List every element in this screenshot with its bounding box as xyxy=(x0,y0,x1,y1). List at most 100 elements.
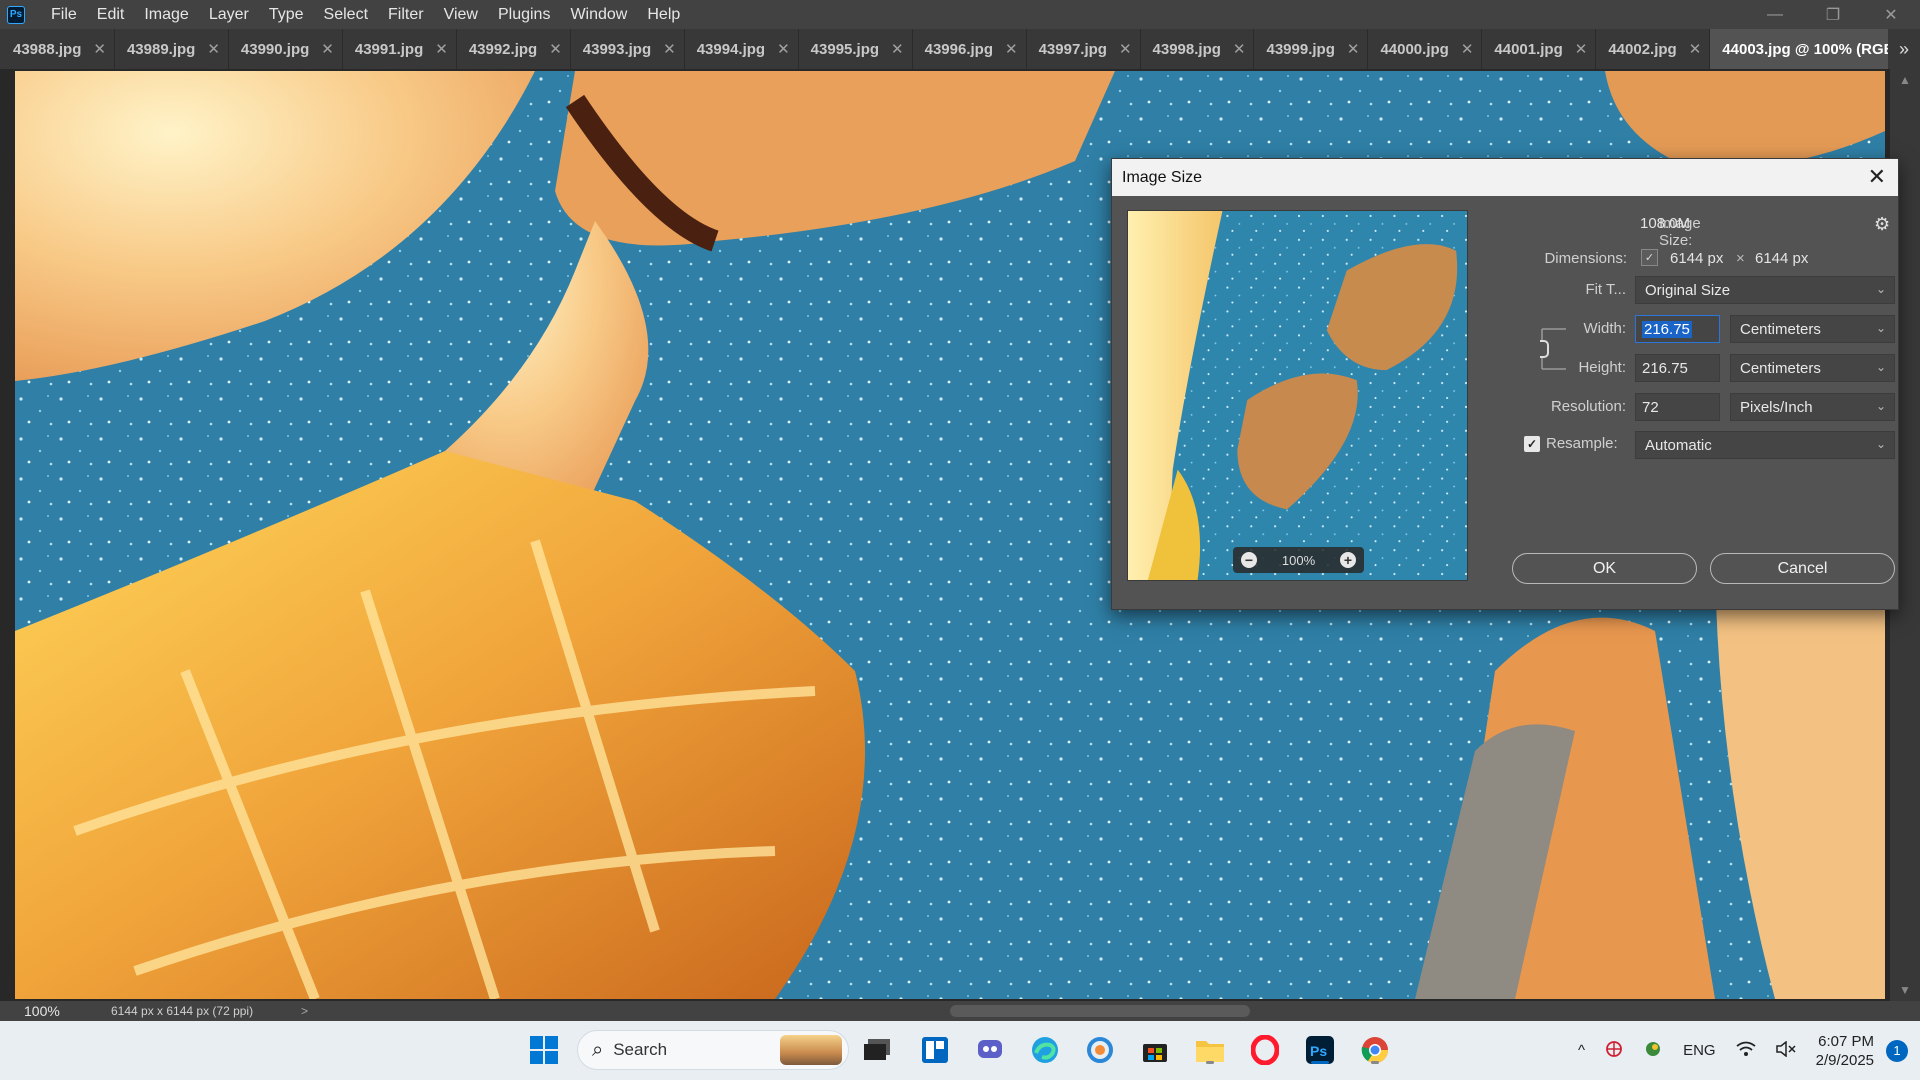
dialog-close-icon[interactable]: ✕ xyxy=(1868,166,1886,188)
menu-image[interactable]: Image xyxy=(134,0,198,29)
close-tab-icon[interactable]: ✕ xyxy=(777,40,790,58)
restore-button[interactable]: ❐ xyxy=(1804,0,1862,29)
status-menu-arrow-icon[interactable]: > xyxy=(301,1004,308,1018)
menu-window[interactable]: Window xyxy=(560,0,637,29)
scrollbar-thumb[interactable] xyxy=(950,1005,1250,1017)
scroll-up-icon[interactable]: ▲ xyxy=(1899,73,1911,87)
zoom-in-icon[interactable]: + xyxy=(1340,552,1356,568)
dimensions-dropdown-icon[interactable]: ✓ xyxy=(1641,249,1658,266)
chevron-down-icon: ⌄ xyxy=(1875,282,1886,296)
document-tab[interactable]: 43999.jpg ✕ xyxy=(1254,29,1369,69)
wifi-icon[interactable] xyxy=(1736,1041,1756,1061)
document-tab[interactable]: 43998.jpg ✕ xyxy=(1141,29,1255,69)
resolution-input[interactable]: 72 xyxy=(1635,393,1720,421)
widgets-icon[interactable] xyxy=(918,1033,952,1067)
zoom-level[interactable]: 100% xyxy=(0,1003,75,1019)
fit-to-dropdown[interactable]: Original Size ⌄ xyxy=(1635,276,1895,304)
opera-icon[interactable] xyxy=(1248,1033,1282,1067)
close-tab-icon[interactable]: ✕ xyxy=(1575,40,1588,58)
document-tab[interactable]: 43989.jpg ✕ xyxy=(115,29,229,69)
chevron-down-icon: ⌄ xyxy=(1875,437,1886,451)
horizontal-scrollbar[interactable] xyxy=(320,1005,1880,1017)
resample-dropdown[interactable]: Automatic ⌄ xyxy=(1635,431,1895,459)
globe-vpn-icon[interactable] xyxy=(1605,1040,1623,1062)
document-tab[interactable]: 43993.jpg ✕ xyxy=(571,29,685,69)
volume-muted-icon[interactable] xyxy=(1775,1039,1796,1061)
clock[interactable]: 6:07 PM 2/9/2025 xyxy=(1816,1032,1874,1070)
document-tab[interactable]: 44000.jpg ✕ xyxy=(1368,29,1483,69)
scroll-down-icon[interactable]: ▼ xyxy=(1899,983,1911,997)
security-shield-icon[interactable] xyxy=(1643,1040,1663,1062)
cancel-button[interactable]: Cancel xyxy=(1710,553,1895,584)
photoshop-taskbar-icon[interactable]: Ps xyxy=(1303,1033,1337,1067)
close-tab-icon[interactable]: ✕ xyxy=(1689,40,1702,58)
close-tab-icon[interactable]: ✕ xyxy=(93,40,106,58)
menu-plugins[interactable]: Plugins xyxy=(488,0,560,29)
resample-value: Automatic xyxy=(1645,436,1712,454)
document-info[interactable]: 6144 px x 6144 px (72 ppi) xyxy=(111,1004,271,1018)
menu-help[interactable]: Help xyxy=(637,0,690,29)
ok-button[interactable]: OK xyxy=(1512,553,1697,584)
clock-date: 2/9/2025 xyxy=(1815,1051,1874,1069)
close-window-button[interactable]: ✕ xyxy=(1862,0,1920,29)
close-tab-icon[interactable]: ✕ xyxy=(891,40,904,58)
chrome-icon[interactable] xyxy=(1358,1033,1392,1067)
menu-layer[interactable]: Layer xyxy=(199,0,259,29)
document-tab[interactable]: 43991.jpg ✕ xyxy=(343,29,457,69)
close-tab-icon[interactable]: ✕ xyxy=(1119,40,1132,58)
close-tab-icon[interactable]: ✕ xyxy=(207,40,220,58)
height-unit-dropdown[interactable]: Centimeters ⌄ xyxy=(1730,354,1895,382)
document-tab[interactable]: 44001.jpg ✕ xyxy=(1482,29,1597,69)
image-size-value: 108.0M xyxy=(1640,215,1691,232)
edge-icon[interactable] xyxy=(1028,1033,1062,1067)
dialog-title-bar[interactable]: Image Size ✕ xyxy=(1112,159,1898,196)
teams-chat-icon[interactable] xyxy=(973,1033,1007,1067)
document-tab[interactable]: 43988.jpg ✕ xyxy=(0,29,115,69)
resolution-label: Resolution: xyxy=(1550,398,1626,415)
photos-icon[interactable] xyxy=(1083,1033,1117,1067)
input-language[interactable]: ENG xyxy=(1683,1042,1716,1059)
height-input[interactable]: 216.75 xyxy=(1635,354,1720,382)
file-explorer-icon[interactable] xyxy=(1193,1033,1227,1067)
close-tab-icon[interactable]: ✕ xyxy=(663,40,676,58)
close-tab-icon[interactable]: ✕ xyxy=(1461,40,1474,58)
gear-icon[interactable]: ⚙ xyxy=(1874,214,1890,235)
width-input[interactable]: 216.75 xyxy=(1635,315,1720,343)
width-unit-dropdown[interactable]: Centimeters ⌄ xyxy=(1730,315,1895,343)
tab-label: 43989.jpg xyxy=(126,40,196,58)
zoom-out-icon[interactable]: − xyxy=(1241,552,1257,568)
taskbar-search[interactable]: ⌕ Search xyxy=(577,1030,849,1070)
width-label: Width: xyxy=(1583,320,1626,337)
photoshop-logo[interactable]: Ps xyxy=(7,5,25,24)
tab-overflow-icon[interactable]: » xyxy=(1888,29,1920,69)
menu-edit[interactable]: Edit xyxy=(87,0,135,29)
close-tab-icon[interactable]: ✕ xyxy=(1233,40,1246,58)
task-view-icon[interactable] xyxy=(860,1033,894,1067)
close-tab-icon[interactable]: ✕ xyxy=(435,40,448,58)
document-tab[interactable]: 43996.jpg ✕ xyxy=(913,29,1027,69)
windows-start-icon[interactable] xyxy=(527,1033,561,1067)
menu-filter[interactable]: Filter xyxy=(378,0,434,29)
close-tab-icon[interactable]: ✕ xyxy=(549,40,562,58)
menu-file[interactable]: File xyxy=(41,0,87,29)
resolution-unit-dropdown[interactable]: Pixels/Inch ⌄ xyxy=(1730,393,1895,421)
document-tab[interactable]: 43997.jpg ✕ xyxy=(1027,29,1141,69)
show-hidden-icons-chevron-icon[interactable]: ^ xyxy=(1578,1042,1585,1059)
document-tab[interactable]: 43990.jpg ✕ xyxy=(229,29,343,69)
close-tab-icon[interactable]: ✕ xyxy=(1005,40,1018,58)
document-tab[interactable]: 43995.jpg ✕ xyxy=(799,29,913,69)
close-tab-icon[interactable]: ✕ xyxy=(321,40,334,58)
close-tab-icon[interactable]: ✕ xyxy=(1347,40,1360,58)
microsoft-store-icon[interactable] xyxy=(1138,1033,1172,1067)
menu-type[interactable]: Type xyxy=(259,0,314,29)
document-tab[interactable]: 43992.jpg ✕ xyxy=(457,29,571,69)
minimize-button[interactable]: — xyxy=(1746,0,1804,29)
notification-badge[interactable]: 1 xyxy=(1886,1039,1908,1062)
document-tab[interactable]: 44002.jpg ✕ xyxy=(1596,29,1711,69)
menu-select[interactable]: Select xyxy=(314,0,378,29)
document-tab[interactable]: 43994.jpg ✕ xyxy=(685,29,799,69)
image-preview[interactable]: − 100% + xyxy=(1127,210,1468,581)
tab-label: 43994.jpg xyxy=(696,40,766,58)
resample-checkbox[interactable]: ✓ xyxy=(1524,436,1540,452)
menu-view[interactable]: View xyxy=(434,0,488,29)
